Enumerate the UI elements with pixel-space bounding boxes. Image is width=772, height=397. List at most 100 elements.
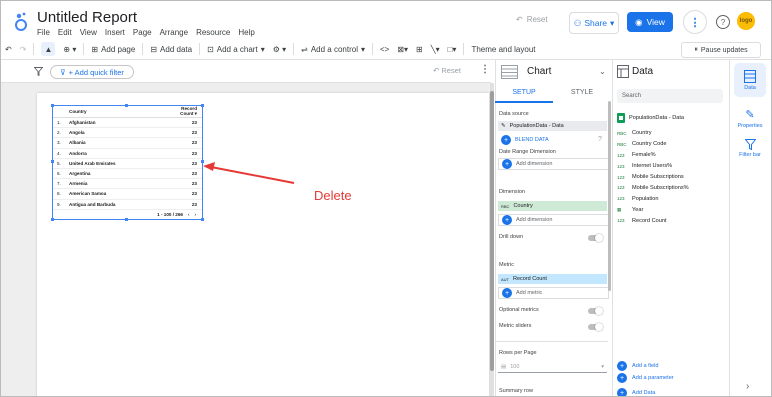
data-field-item[interactable]: 123 Mobile Subscriptions% — [617, 182, 689, 193]
rail-filter-bar-button[interactable]: Filter bar — [734, 131, 766, 165]
add-control-button[interactable]: ⇌ Add a control ▾ — [297, 45, 369, 54]
menu-page[interactable]: Page — [133, 28, 152, 37]
data-source-item[interactable]: PopulationData - Data — [617, 113, 684, 123]
view-button[interactable]: ◉ View — [627, 12, 673, 32]
optional-metrics-toggle[interactable] — [588, 306, 603, 315]
add-data-button[interactable]: + Add Data — [617, 388, 655, 396]
avatar[interactable]: logo — [737, 12, 755, 30]
field-search-input[interactable]: Search — [617, 89, 723, 103]
report-title[interactable]: Untitled Report — [37, 9, 137, 26]
table-row[interactable]: 9. Antigua and Barbuda 23 — [53, 200, 202, 210]
metric-sliders-toggle[interactable] — [588, 322, 603, 331]
zoom-icon[interactable]: ⊕ ▾ — [59, 45, 80, 54]
table-row[interactable]: 4. Andorra 23 — [53, 149, 202, 159]
help-icon[interactable]: ? — [598, 136, 602, 143]
add-date-dimension[interactable]: + Add dimension — [498, 158, 609, 170]
add-field-button[interactable]: + Add a field — [617, 361, 658, 371]
add-dimension-button[interactable]: + Add dimension — [498, 214, 609, 226]
rows-per-page-select[interactable]: ▤ 100 ▾ — [498, 362, 607, 373]
help-icon[interactable]: ? — [716, 15, 730, 29]
reset-button[interactable]: ↶ Reset — [516, 15, 548, 24]
resize-handle[interactable] — [201, 104, 204, 107]
data-field-item[interactable]: RBC Country Code — [617, 139, 689, 150]
undo-icon[interactable]: ↶ — [1, 45, 16, 54]
row-number: 3. — [57, 140, 61, 146]
more-vert-icon[interactable]: ⋮ — [480, 64, 490, 75]
table-row[interactable]: 3. Albania 23 — [53, 138, 202, 149]
prev-page-icon[interactable]: ‹ — [188, 212, 190, 217]
shape-icon[interactable]: □▾ — [444, 45, 461, 54]
data-field-item[interactable]: 123 Female% — [617, 150, 689, 161]
menu-help[interactable]: Help — [238, 28, 254, 37]
table-row[interactable]: 2. Angola 23 — [53, 128, 202, 139]
next-page-icon[interactable]: › — [194, 212, 196, 217]
add-chart-icon: ⊡ — [207, 44, 214, 54]
menu-view[interactable]: View — [80, 28, 97, 37]
add-chart-button[interactable]: ⊡ Add a chart ▾ — [203, 45, 269, 54]
redo-icon[interactable]: ↷ — [16, 45, 31, 54]
canvas-scrollbar[interactable] — [490, 91, 494, 371]
data-field-item[interactable]: 123 Internet Users% — [617, 161, 689, 172]
resize-handle[interactable] — [125, 218, 128, 221]
drill-down-toggle[interactable] — [588, 233, 603, 242]
pause-updates-button[interactable]: ⏸ Pause updates — [681, 42, 761, 58]
data-field-item[interactable]: ▦ Year — [617, 204, 689, 215]
table-row[interactable]: 5. United Arab Emirates 23 — [53, 159, 202, 169]
add-metric-button[interactable]: + Add metric — [498, 287, 609, 299]
resize-handle[interactable] — [51, 160, 54, 163]
line-icon[interactable]: ╲▾ — [427, 45, 444, 54]
resize-handle[interactable] — [51, 218, 54, 221]
tab-setup[interactable]: SETUP — [495, 85, 553, 103]
add-data-button[interactable]: ⊟ Add data — [146, 45, 196, 54]
share-button[interactable]: ⚇ Share ▾ — [569, 12, 619, 34]
data-field-item[interactable]: RBC Country — [617, 128, 689, 139]
chart-type-title[interactable]: Chart — [527, 66, 551, 77]
data-source-chip[interactable]: ✎ PopulationData - Data — [498, 121, 607, 131]
header-country[interactable]: Country — [69, 109, 167, 114]
table-row[interactable]: 7. Armenia 23 — [53, 179, 202, 190]
community-viz-button[interactable]: ⚙ ▾ — [269, 45, 290, 54]
image-icon[interactable]: ⊠▾ — [393, 45, 412, 54]
menu-file[interactable]: File — [37, 28, 50, 37]
header-record-count[interactable]: Record Count ▾ — [167, 106, 202, 117]
chevron-down-icon[interactable]: ⌄ — [599, 67, 606, 76]
pencil-icon[interactable]: ✎ — [501, 123, 506, 129]
table-chart[interactable]: Country Record Count ▾ 1. Afghanistan 23 2.… — [51, 104, 204, 221]
table-row[interactable]: 6. Argentina 23 — [53, 169, 202, 180]
resize-handle[interactable] — [51, 104, 54, 107]
menu-edit[interactable]: Edit — [58, 28, 72, 37]
filter-reset-button[interactable]: ↶ Reset — [433, 66, 461, 75]
looker-studio-logo-icon[interactable] — [14, 11, 28, 33]
properties-scrollbar[interactable] — [608, 101, 611, 291]
data-field-item[interactable]: 123 Mobile Subscriptions — [617, 172, 689, 183]
field-name: Population — [632, 195, 659, 202]
add-parameter-button[interactable]: + Add a parameter — [617, 373, 674, 383]
data-field-item[interactable]: 123 Record Count — [617, 215, 689, 226]
menu-insert[interactable]: Insert — [105, 28, 125, 37]
menu-arrange[interactable]: Arrange — [160, 28, 188, 37]
resize-handle[interactable] — [125, 104, 128, 107]
dimension-chip-country[interactable]: RBC Country — [498, 201, 607, 211]
add-quick-filter-button[interactable]: ⊽ + Add quick filter — [50, 65, 134, 79]
rail-properties-button[interactable]: ✎ Properties — [734, 101, 766, 135]
filter-icon — [744, 138, 756, 150]
metric-chip-record-count[interactable]: AUT Record Count — [498, 274, 607, 284]
more-options-button[interactable]: ⋮ — [683, 10, 707, 34]
code-embed-icon[interactable]: <> — [376, 45, 393, 54]
resize-handle[interactable] — [201, 218, 204, 221]
table-row[interactable]: 8. American Samoa 23 — [53, 189, 202, 200]
menu-resource[interactable]: Resource — [196, 28, 230, 37]
table-row[interactable]: 1. Afghanistan 23 — [53, 118, 202, 129]
tab-style[interactable]: STYLE — [553, 85, 611, 101]
cell-country: Albania — [69, 140, 86, 146]
filter-icon[interactable] — [34, 67, 43, 76]
text-box-icon[interactable]: ⊞ — [412, 45, 427, 54]
theme-and-layout-button[interactable]: Theme and layout — [467, 45, 539, 54]
data-field-item[interactable]: 123 Population — [617, 193, 689, 204]
add-page-button[interactable]: ⊞ Add page — [87, 45, 139, 54]
select-pointer-icon[interactable]: ▲ — [41, 42, 56, 56]
collapse-panel-icon[interactable]: › — [746, 381, 749, 392]
cell-country: Antigua and Barbuda — [69, 201, 116, 207]
blend-data-button[interactable]: + BLEND DATA — [498, 135, 549, 145]
rail-data-button[interactable]: Data — [734, 63, 766, 97]
